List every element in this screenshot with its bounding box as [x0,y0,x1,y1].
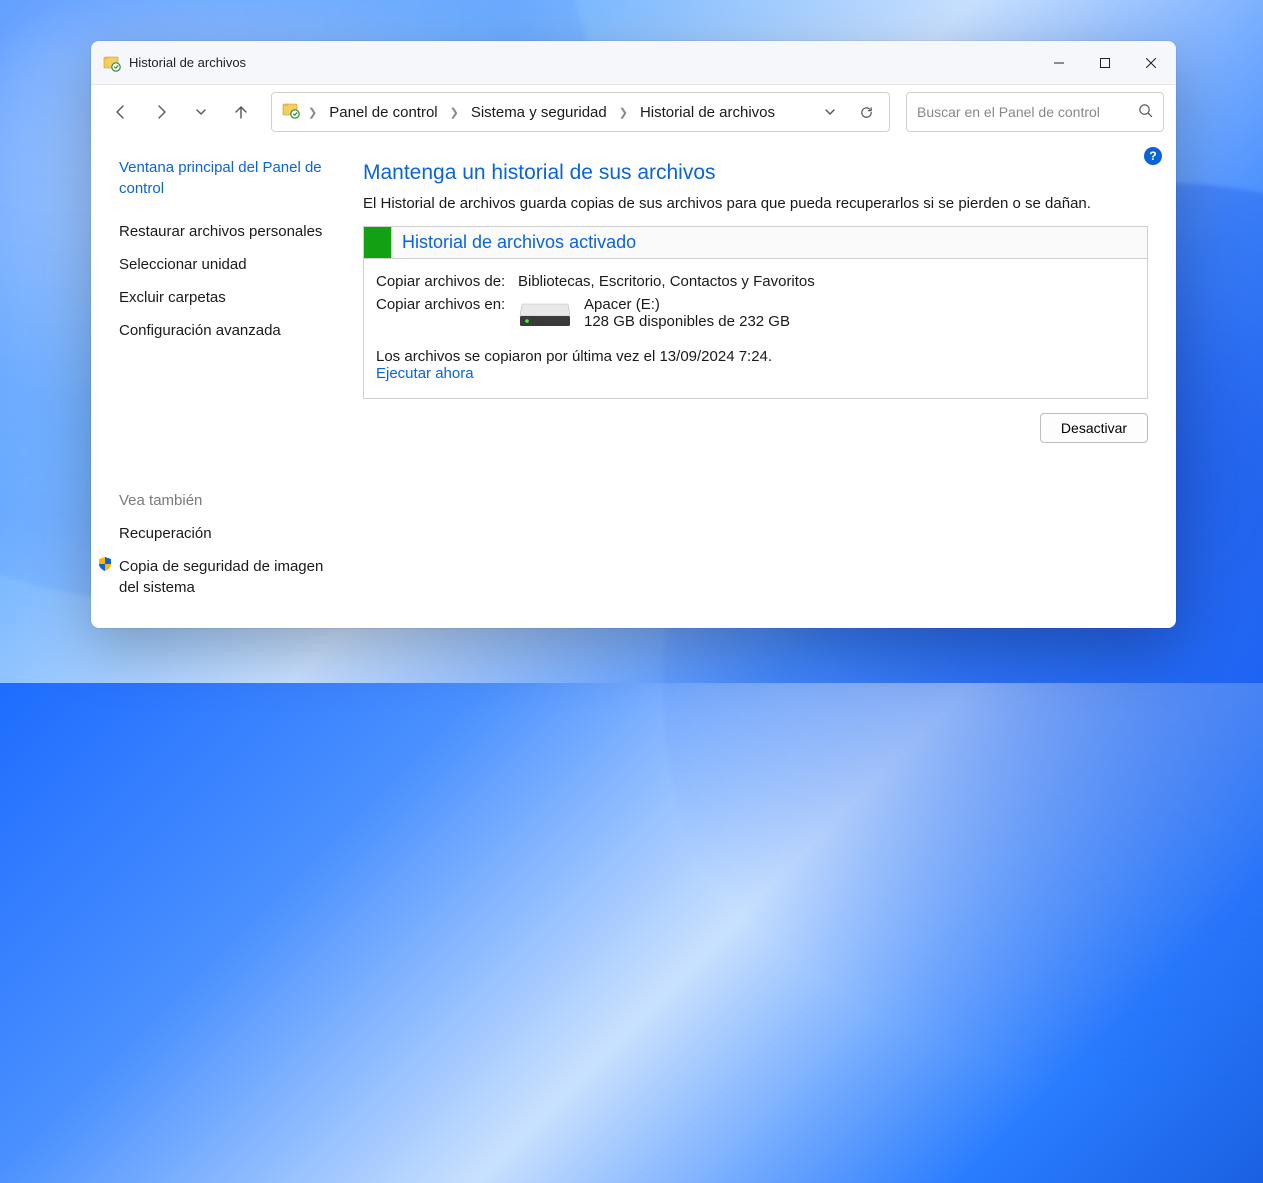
window-title: Historial de archivos [129,55,246,70]
page-heading: Mantenga un historial de sus archivos [363,161,1148,185]
see-also-section: Vea también Recuperación Copia de seguri… [119,472,333,612]
help-icon[interactable]: ? [1144,147,1162,165]
drive-space: 128 GB disponibles de 232 GB [584,313,790,330]
run-now-link[interactable]: Ejecutar ahora [376,365,474,382]
maximize-button[interactable] [1082,41,1128,85]
refresh-button[interactable] [849,95,883,129]
drive-icon [518,300,572,334]
breadcrumb-item[interactable]: Sistema y seguridad [467,100,611,125]
forward-button[interactable] [143,94,179,130]
drive-name: Apacer (E:) [584,296,790,313]
close-button[interactable] [1128,41,1174,85]
deactivate-button[interactable]: Desactivar [1040,413,1148,443]
sidebar: Ventana principal del Panel de control R… [91,139,349,628]
status-indicator-icon [364,227,392,258]
copy-from-label: Copiar archivos de: [376,273,518,290]
see-also-system-image[interactable]: Copia de seguridad de imagen del sistema [119,556,333,598]
copy-to-label: Copiar archivos en: [376,296,518,334]
status-title: Historial de archivos activado [392,232,636,253]
sidebar-item-restore[interactable]: Restaurar archivos personales [119,221,333,242]
back-button[interactable] [103,94,139,130]
address-dropdown-button[interactable] [813,95,847,129]
shield-icon [97,556,113,575]
chevron-right-icon: ❯ [446,106,463,119]
chevron-right-icon: ❯ [615,106,632,119]
main-panel: Mantenga un historial de sus archivos El… [349,139,1176,628]
chevron-right-icon: ❯ [304,106,321,119]
copy-from-value: Bibliotecas, Escritorio, Contactos y Fav… [518,273,815,290]
sidebar-item-select-drive[interactable]: Seleccionar unidad [119,254,333,275]
search-box[interactable] [906,92,1164,132]
last-copy-text: Los archivos se copiaron por última vez … [376,348,1131,365]
sidebar-home-link[interactable]: Ventana principal del Panel de control [119,157,333,199]
address-bar[interactable]: ❯ Panel de control ❯ Sistema y seguridad… [271,92,890,132]
breadcrumb-item[interactable]: Panel de control [325,100,441,125]
status-header: Historial de archivos activado [364,227,1147,259]
sidebar-item-exclude-folders[interactable]: Excluir carpetas [119,287,333,308]
recent-dropdown-button[interactable] [183,94,219,130]
file-history-icon [103,54,121,72]
window: Historial de archivos [91,41,1176,628]
breadcrumb-item[interactable]: Historial de archivos [636,100,779,125]
body: ? Ventana principal del Panel de control… [91,139,1176,628]
sidebar-item-advanced[interactable]: Configuración avanzada [119,320,333,341]
search-icon [1138,103,1153,121]
status-panel: Historial de archivos activado Copiar ar… [363,226,1148,399]
minimize-button[interactable] [1036,41,1082,85]
see-also-recovery[interactable]: Recuperación [119,523,333,544]
up-button[interactable] [223,94,259,130]
search-input[interactable] [917,104,1138,120]
file-history-icon [282,101,300,123]
toolbar: ❯ Panel de control ❯ Sistema y seguridad… [91,85,1176,139]
page-subheading: El Historial de archivos guarda copias d… [363,195,1148,212]
titlebar: Historial de archivos [91,41,1176,85]
see-also-heading: Vea también [119,492,333,509]
